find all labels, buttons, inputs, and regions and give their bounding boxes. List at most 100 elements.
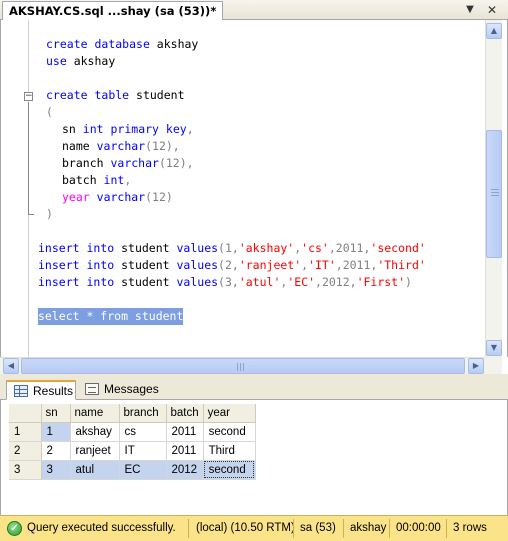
grid-cell[interactable]: 2011 (166, 422, 204, 442)
code-token: 'Third' (377, 258, 426, 272)
editor-horizontal-scrollbar[interactable]: ◀ ▶ (0, 357, 502, 374)
status-divider (293, 519, 294, 538)
column-header-year[interactable]: year (203, 404, 256, 423)
editor-vertical-scrollbar[interactable]: ▲ ▼ (485, 20, 502, 357)
grid-cell[interactable]: 1 (41, 422, 71, 442)
grid-cell[interactable]: ranjeet (70, 441, 120, 461)
code-token: student (114, 241, 177, 255)
column-header-batch[interactable]: batch (166, 404, 204, 423)
code-token: create (46, 88, 88, 102)
code-line[interactable]: insert into student values(1,'akshay','c… (38, 240, 426, 257)
table-row[interactable]: 2 2 ranjeet IT 2011 Third (9, 441, 256, 461)
code-token: akshay (66, 54, 116, 68)
query-document-tab[interactable]: AKSHAY.CS.sql ...shay (sa (53))* (2, 1, 224, 20)
table-row[interactable]: 3 3 atul EC 2012 second (9, 460, 256, 480)
grid-cell[interactable]: Third (203, 441, 256, 461)
code-token: 'EC' (287, 275, 316, 289)
code-line[interactable]: use akshay (46, 53, 115, 70)
code-token: ) (46, 207, 53, 221)
code-token: insert (38, 241, 80, 255)
grid-cell[interactable]: akshay (70, 422, 120, 442)
code-token: select * from student (38, 309, 184, 323)
grid-cell[interactable]: 3 (41, 460, 71, 480)
row-number[interactable]: 1 (9, 422, 42, 442)
code-token: varchar (110, 156, 159, 170)
column-header-sn[interactable]: sn (41, 404, 71, 423)
status-divider (389, 519, 390, 538)
code-line[interactable]: create database akshay (46, 36, 198, 53)
column-header-name[interactable]: name (70, 404, 120, 423)
grid-corner-cell[interactable] (9, 404, 42, 423)
row-number[interactable]: 2 (9, 441, 42, 461)
code-token: name (62, 139, 97, 153)
code-token: student (114, 258, 177, 272)
code-line[interactable]: insert into student values(3,'atul','EC'… (38, 274, 412, 291)
tab-messages-label: Messages (104, 382, 159, 396)
grid-cell[interactable]: second (203, 422, 256, 442)
grid-cell[interactable]: 2011 (166, 441, 204, 461)
code-token: year (62, 190, 90, 204)
result-tab-strip: Results Messages (0, 378, 508, 400)
results-grid[interactable]: sn name branch batch year 1 1 akshay cs … (9, 404, 256, 480)
collapse-outline-icon[interactable]: − (24, 92, 33, 101)
code-line[interactable]: create table student (46, 87, 185, 104)
code-token: (12), (158, 156, 194, 170)
code-line[interactable]: batch int, (62, 172, 131, 189)
code-token: ,2012, (315, 275, 357, 289)
code-token: database (94, 37, 150, 51)
outline-guide-end (28, 214, 34, 215)
grid-cell[interactable]: cs (119, 422, 167, 442)
status-divider (446, 519, 447, 538)
code-token: , (186, 122, 194, 136)
grid-cell[interactable]: atul (70, 460, 120, 480)
scroll-left-icon[interactable]: ◀ (3, 358, 19, 374)
scroll-grip-icon (237, 363, 246, 371)
sql-editor[interactable]: − create database akshay use akshay crea… (0, 20, 508, 357)
code-token: (2, (218, 258, 239, 272)
status-message: Query executed successfully. (27, 522, 176, 534)
grid-cell[interactable]: 2012 (166, 460, 204, 480)
horizontal-scroll-thumb[interactable] (21, 358, 465, 374)
row-number[interactable]: 3 (9, 460, 42, 480)
vertical-scroll-thumb[interactable] (486, 130, 502, 258)
table-row[interactable]: 1 1 akshay cs 2011 second (9, 422, 256, 442)
tab-messages[interactable]: Messages (78, 380, 159, 400)
scrollbar-corner (485, 357, 502, 374)
code-token: 'cs' (301, 241, 329, 255)
status-bar: ✓ Query executed successfully. (local) (… (0, 515, 508, 541)
results-grid-icon (14, 385, 28, 397)
code-line[interactable]: branch varchar(12), (62, 155, 194, 172)
scroll-right-icon[interactable]: ▶ (468, 358, 484, 374)
code-line[interactable]: ( (46, 104, 53, 121)
code-token: (3, (218, 275, 239, 289)
scroll-grip-icon (491, 189, 499, 198)
tab-list-dropdown-icon[interactable]: ▼ (463, 3, 477, 17)
status-divider (343, 519, 344, 538)
code-line[interactable]: ) (46, 206, 53, 223)
code-token: 'atul' (238, 275, 281, 289)
code-token: , (124, 173, 132, 187)
code-line[interactable]: sn int primary key, (62, 121, 194, 138)
code-line[interactable]: name varchar(12), (62, 138, 180, 155)
code-token: 'First' (356, 275, 406, 289)
scroll-up-icon[interactable]: ▲ (486, 23, 502, 39)
tab-results[interactable]: Results (6, 380, 76, 400)
code-line[interactable]: year varchar(12) (62, 189, 173, 206)
code-token: student (129, 88, 185, 102)
grid-cell[interactable]: IT (119, 441, 167, 461)
code-token: use (46, 54, 67, 68)
code-token: ( (46, 105, 53, 119)
grid-cell[interactable]: second (203, 460, 256, 480)
close-tab-icon[interactable]: ✕ (485, 3, 499, 17)
column-header-branch[interactable]: branch (119, 404, 167, 423)
code-line[interactable]: insert into student values(2,'ranjeet','… (38, 257, 426, 274)
code-token: 'ranjeet' (238, 258, 302, 272)
code-token: int (103, 173, 125, 187)
grid-cell[interactable]: EC (119, 460, 167, 480)
scroll-down-icon[interactable]: ▼ (486, 340, 502, 356)
code-token: create (46, 37, 88, 51)
code-token: ,2011, (328, 241, 371, 255)
grid-cell[interactable]: 2 (41, 441, 71, 461)
selected-code-line[interactable]: select * from student (38, 308, 184, 325)
